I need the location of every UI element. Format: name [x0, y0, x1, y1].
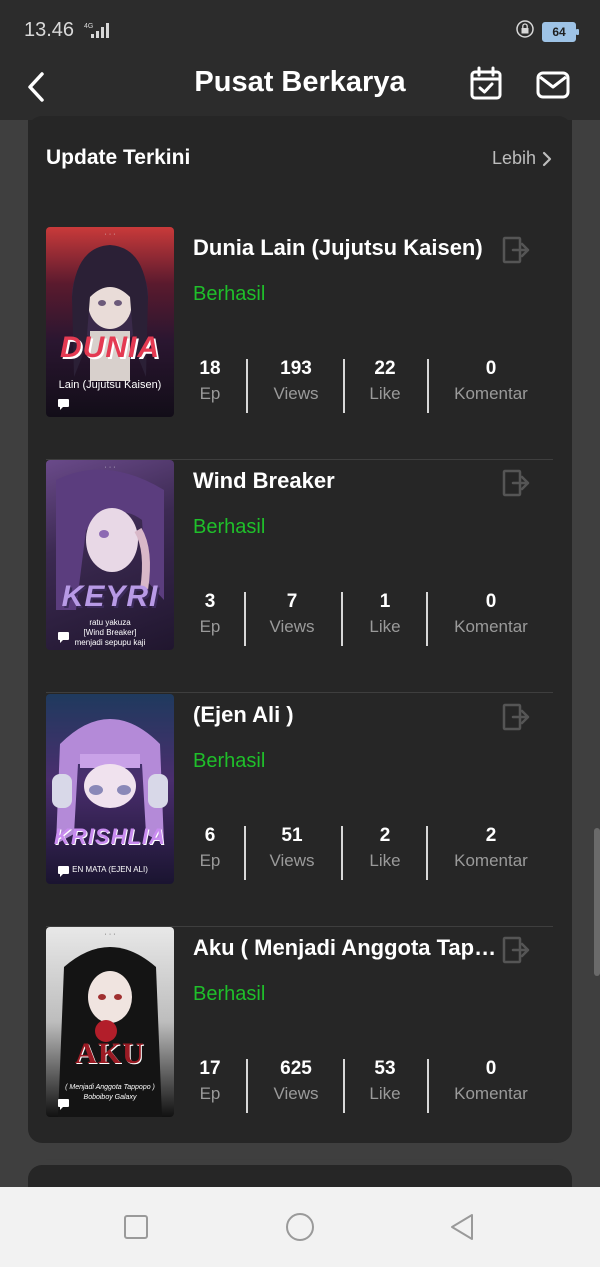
work-cover[interactable]: KRISHLIA EN MATA (EJEN ALI): [46, 694, 174, 884]
stat-views: 7 Views: [269, 591, 315, 636]
stat-komentar: 0 Komentar: [454, 1058, 528, 1103]
stat-ep: 17 Ep: [199, 1058, 221, 1103]
back-nav-icon[interactable]: [446, 1211, 478, 1243]
work-status: Berhasil: [193, 983, 266, 1005]
home-icon[interactable]: [284, 1211, 316, 1243]
lock-icon: [516, 20, 534, 43]
exit-icon[interactable]: [501, 702, 531, 732]
mail-icon[interactable]: [533, 64, 573, 104]
work-status: Berhasil: [193, 516, 266, 538]
work-status: Berhasil: [193, 750, 266, 772]
cover-subtitle: Lain (Jujutsu Kaisen): [58, 379, 162, 391]
more-link[interactable]: Lebih: [492, 148, 552, 169]
stat-like: 22 Like: [369, 358, 401, 403]
work-title: Wind Breaker: [193, 468, 335, 493]
stat-ep: 18 Ep: [199, 358, 221, 403]
recent-updates-card: Update Terkini Lebih · · · DUNIA Lain (J…: [28, 120, 572, 1160]
page-title: Pusat Berkarya: [194, 66, 406, 98]
work-status: Berhasil: [193, 283, 266, 305]
work-title: Dunia Lain (Jujutsu Kaisen): [193, 235, 483, 260]
work-title: Aku ( Menjadi Anggota Tapopo ): [193, 935, 498, 960]
battery-icon: 64: [542, 21, 579, 42]
stat-like: 53 Like: [369, 1058, 401, 1103]
cover-title: KEYRI: [61, 580, 159, 613]
work-item[interactable]: · · · AKU ( Menjadi Anggota Tappopo ) Bo…: [46, 927, 553, 1160]
signal-icon: 4G: [84, 21, 110, 44]
stat-like: 2 Like: [369, 825, 401, 870]
system-nav-bar: [0, 1187, 600, 1267]
chat-icon: [58, 866, 69, 877]
stat-komentar: 0 Komentar: [454, 358, 528, 403]
stat-komentar: 2 Komentar: [454, 825, 528, 870]
stat-views: 625 Views: [273, 1058, 319, 1103]
status-bar: 13.46 4G 64: [0, 0, 600, 58]
scrollbar[interactable]: [594, 828, 600, 976]
stat-komentar: 0 Komentar: [454, 591, 528, 636]
cover-title: KRISHLIA: [54, 824, 166, 849]
calendar-icon[interactable]: [466, 64, 506, 104]
chevron-right-icon: [542, 151, 552, 166]
recents-icon[interactable]: [120, 1211, 152, 1243]
work-stats: 18 Ep 193 Views 22 Like 0 Komentar: [193, 357, 553, 415]
more-label: Lebih: [491, 148, 536, 168]
network-label: 4G: [84, 23, 93, 30]
work-stats: 3 Ep 7 Views 1 Like 0 Komentar: [193, 590, 553, 648]
work-stats: 17 Ep 625 Views 53 Like 0 Komentar: [193, 1057, 553, 1115]
chat-icon: [58, 632, 69, 643]
stat-views: 51 Views: [269, 825, 315, 870]
work-title: (Ejen Ali ): [193, 702, 294, 727]
stat-views: 193 Views: [273, 358, 319, 403]
cover-title: AKU: [75, 1037, 145, 1070]
stat-ep: 6 Ep: [199, 825, 221, 870]
work-cover[interactable]: · · · KEYRI ratu yakuza [Wind Breaker] m…: [46, 460, 174, 650]
exit-icon[interactable]: [501, 468, 531, 498]
status-time: 13.46: [24, 19, 75, 41]
section-title: Update Terkini: [46, 146, 191, 169]
stat-ep: 3 Ep: [199, 591, 221, 636]
stat-like: 1 Like: [369, 591, 401, 636]
chat-icon: [58, 399, 69, 410]
character-illustration: [52, 719, 168, 844]
exit-icon[interactable]: [501, 935, 531, 965]
work-cover[interactable]: · · · DUNIA Lain (Jujutsu Kaisen): [46, 227, 174, 417]
work-stats: 6 Ep 51 Views 2 Like 2 Komentar: [193, 824, 553, 882]
work-item[interactable]: KRISHLIA EN MATA (EJEN ALI) (Ejen Ali ) …: [46, 694, 553, 927]
chat-icon: [58, 1099, 69, 1110]
app-bar: Pusat Berkarya: [0, 58, 600, 120]
work-cover[interactable]: · · · AKU ( Menjadi Anggota Tappopo ) Bo…: [46, 927, 174, 1117]
exit-icon[interactable]: [501, 235, 531, 265]
work-item[interactable]: · · · KEYRI ratu yakuza [Wind Breaker] m…: [46, 460, 553, 693]
work-item[interactable]: · · · DUNIA Lain (Jujutsu Kaisen) Dunia …: [46, 227, 553, 460]
cover-title: DUNIA: [60, 331, 160, 364]
